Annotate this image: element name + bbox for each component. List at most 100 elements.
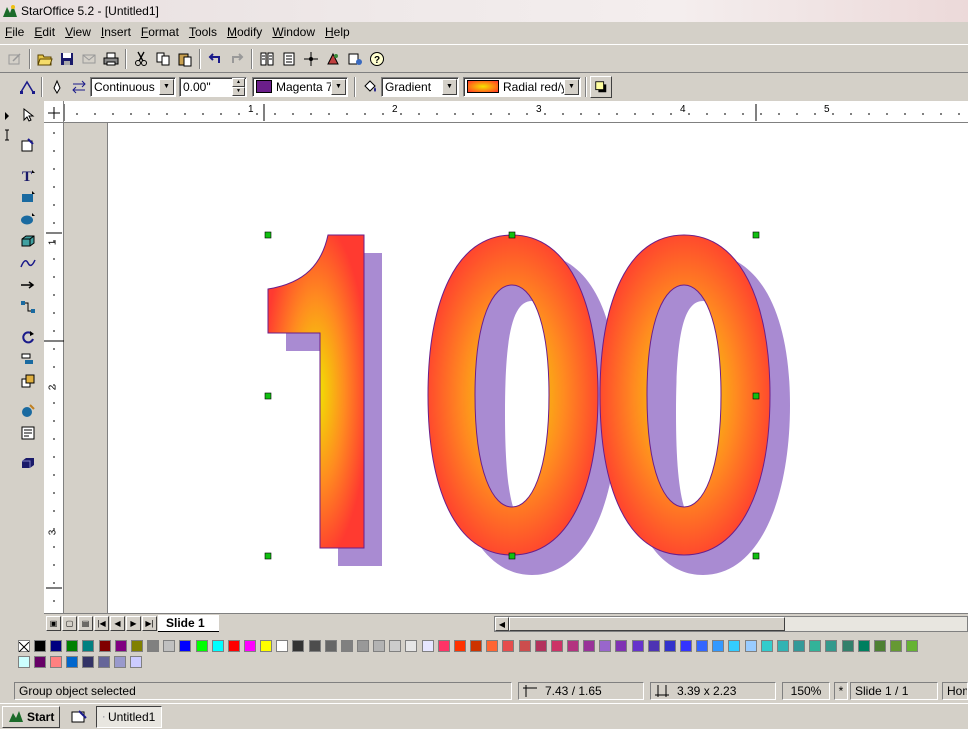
edit-points-icon[interactable] — [16, 76, 38, 98]
handle-bottom-left[interactable] — [264, 552, 272, 560]
color-swatch[interactable] — [728, 640, 741, 652]
edit-file-icon[interactable] — [4, 48, 26, 70]
color-swatch[interactable] — [114, 640, 127, 652]
color-swatch[interactable] — [809, 640, 822, 652]
menu-file[interactable]: File — [0, 25, 29, 39]
color-swatch[interactable] — [50, 640, 63, 652]
handle-top-left[interactable] — [264, 231, 272, 239]
spin-up-icon[interactable]: ▲ — [232, 77, 245, 87]
mail-icon[interactable] — [78, 48, 100, 70]
print-icon[interactable] — [100, 48, 122, 70]
menu-edit[interactable]: Edit — [29, 25, 60, 39]
color-swatch[interactable] — [340, 640, 353, 652]
last-slide-icon[interactable]: ▶| — [142, 616, 157, 631]
color-swatch[interactable] — [276, 640, 289, 652]
arrow-style-icon[interactable] — [68, 76, 90, 98]
area-style-select[interactable]: Gradient ▼ — [381, 76, 459, 97]
chevron-down-icon[interactable]: ▼ — [331, 78, 346, 95]
handle-top[interactable] — [508, 231, 516, 239]
color-swatch[interactable] — [502, 640, 515, 652]
open-icon[interactable] — [34, 48, 56, 70]
next-slide-icon[interactable]: ▶ — [126, 616, 141, 631]
color-swatch[interactable] — [453, 640, 466, 652]
color-swatch[interactable] — [712, 640, 725, 652]
color-swatch[interactable] — [130, 656, 142, 668]
color-swatch[interactable] — [647, 640, 660, 652]
color-swatch[interactable] — [179, 640, 192, 652]
navigator-icon[interactable] — [256, 48, 278, 70]
copy-icon[interactable] — [152, 48, 174, 70]
vertical-ruler[interactable]: 1 2 3 — [44, 123, 64, 613]
color-swatch[interactable] — [566, 640, 579, 652]
color-swatch[interactable] — [776, 640, 789, 652]
zoom-tool-icon[interactable] — [17, 134, 39, 156]
color-swatch[interactable] — [243, 640, 256, 652]
handle-right[interactable] — [752, 392, 760, 400]
color-swatch[interactable] — [841, 640, 854, 652]
color-swatch[interactable] — [98, 656, 110, 668]
area-fill-icon[interactable] — [359, 76, 381, 98]
snap-icon[interactable] — [300, 48, 322, 70]
color-swatch[interactable] — [324, 640, 337, 652]
menu-window[interactable]: Window — [267, 25, 320, 39]
menu-insert[interactable]: Insert — [96, 25, 136, 39]
color-swatch[interactable] — [470, 640, 483, 652]
handle-bottom[interactable] — [508, 552, 516, 560]
rotate-icon[interactable] — [17, 326, 39, 348]
number-100[interactable] — [267, 234, 771, 556]
color-swatch[interactable] — [308, 640, 321, 652]
color-swatch[interactable] — [793, 640, 806, 652]
color-swatch[interactable] — [147, 640, 160, 652]
horizontal-scrollbar[interactable]: ◀ — [494, 616, 968, 632]
color-swatch[interactable] — [534, 640, 547, 652]
color-swatch[interactable] — [34, 656, 46, 668]
color-swatch[interactable] — [760, 640, 773, 652]
spin-down-icon[interactable]: ▼ — [232, 86, 245, 96]
drawing-group[interactable] — [108, 123, 968, 613]
save-icon[interactable] — [56, 48, 78, 70]
start-button[interactable]: Start — [2, 705, 61, 728]
menu-modify[interactable]: Modify — [222, 25, 267, 39]
handle-top-right[interactable] — [752, 231, 760, 239]
ruler-corner[interactable] — [44, 101, 64, 123]
select-icon[interactable] — [17, 104, 39, 126]
scroll-thumb[interactable] — [509, 617, 785, 631]
color-swatch[interactable] — [421, 640, 434, 652]
color-swatch[interactable] — [130, 640, 143, 652]
color-swatch[interactable] — [114, 656, 126, 668]
color-swatch[interactable] — [696, 640, 709, 652]
handle-left[interactable] — [264, 392, 272, 400]
color-swatch[interactable] — [889, 640, 902, 652]
3d-object-icon[interactable] — [17, 230, 39, 252]
chevron-down-icon[interactable]: ▼ — [442, 78, 457, 95]
color-swatch[interactable] — [195, 640, 208, 652]
line-arrow-icon[interactable] — [17, 274, 39, 296]
menu-format[interactable]: Format — [136, 25, 184, 39]
color-swatch[interactable] — [357, 640, 369, 652]
color-swatch[interactable] — [98, 640, 111, 652]
color-swatch[interactable] — [615, 640, 628, 652]
color-swatch[interactable] — [260, 640, 273, 652]
rectangle-tool-icon[interactable] — [17, 186, 39, 208]
data-sources-icon[interactable] — [344, 48, 366, 70]
gallery-icon[interactable] — [322, 48, 344, 70]
taskbar-window-button[interactable]: Untitled1 — [96, 705, 163, 728]
color-swatch[interactable] — [437, 640, 450, 652]
3d-controller-icon[interactable] — [17, 452, 39, 474]
color-swatch[interactable] — [18, 656, 30, 668]
text-tool-icon[interactable]: T — [17, 164, 39, 186]
chevron-down-icon[interactable]: ▼ — [159, 78, 174, 95]
color-swatch[interactable] — [66, 640, 79, 652]
arrange-icon[interactable] — [17, 370, 39, 392]
undo-icon[interactable] — [204, 48, 226, 70]
color-swatch[interactable] — [518, 640, 531, 652]
color-swatch[interactable] — [550, 640, 563, 652]
chevron-down-icon[interactable]: ▼ — [564, 78, 579, 95]
menu-help[interactable]: Help — [320, 25, 355, 39]
color-swatch[interactable] — [227, 640, 240, 652]
first-slide-icon[interactable]: |◀ — [94, 616, 109, 631]
line-color-select[interactable]: Magenta 7 ▼ — [252, 76, 348, 97]
color-swatch[interactable] — [825, 640, 838, 652]
cut-icon[interactable] — [130, 48, 152, 70]
color-swatch[interactable] — [599, 640, 612, 652]
